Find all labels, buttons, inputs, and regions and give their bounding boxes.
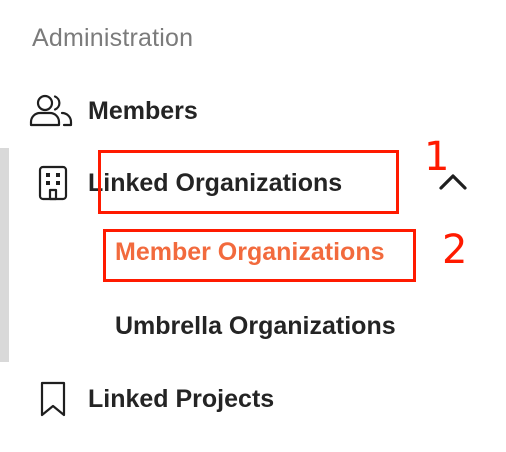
bookmark-icon bbox=[28, 374, 88, 424]
admin-nav-page: Administration Members Linked Organizati… bbox=[0, 0, 506, 452]
annotation-box-2 bbox=[103, 229, 416, 282]
nav-label-linked-projects: Linked Projects bbox=[88, 384, 275, 413]
nav-label-members: Members bbox=[88, 96, 198, 125]
annotation-number-2: 2 bbox=[442, 227, 468, 273]
nav-item-linked-projects[interactable]: Linked Projects bbox=[28, 374, 274, 424]
annotation-box-1 bbox=[98, 150, 399, 214]
section-title: Administration bbox=[32, 24, 194, 52]
scroll-indicator-strip bbox=[0, 148, 9, 362]
people-icon bbox=[28, 86, 88, 136]
subnav-item-umbrella-organizations[interactable]: Umbrella Organizations bbox=[115, 312, 396, 341]
nav-item-members[interactable]: Members bbox=[28, 86, 198, 136]
annotation-number-1: 1 bbox=[424, 134, 450, 180]
building-icon bbox=[28, 158, 88, 208]
